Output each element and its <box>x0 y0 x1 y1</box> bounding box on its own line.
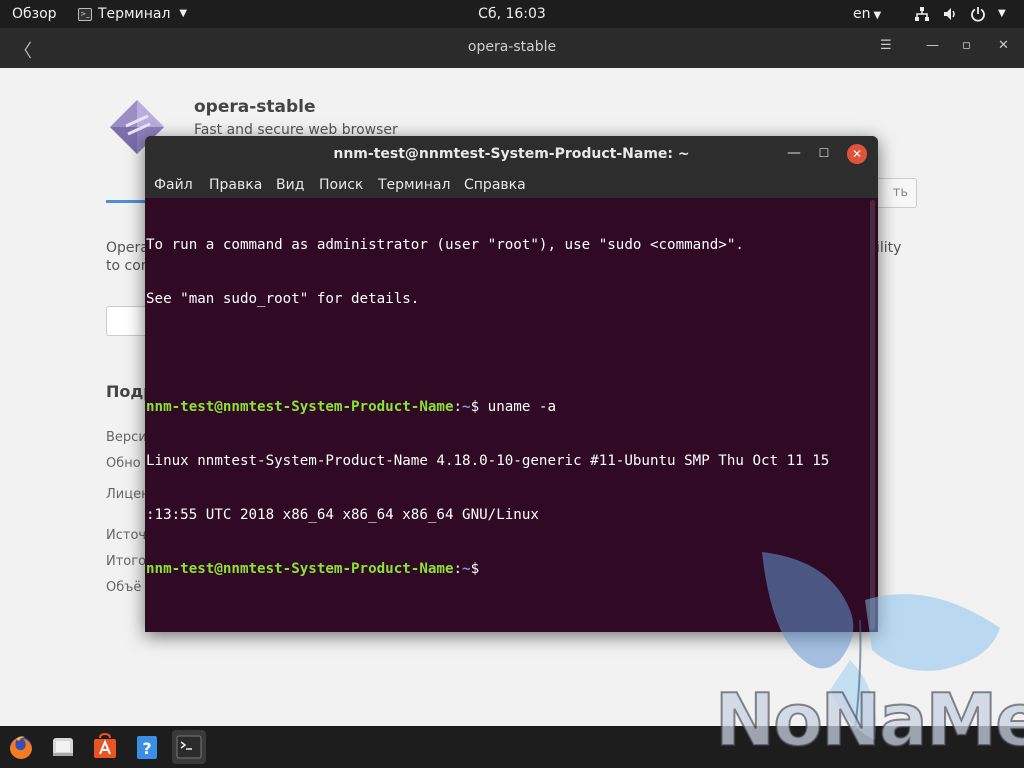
window-title: opera-stable <box>467 39 557 55</box>
detail-label: Объё <box>106 580 142 595</box>
terminal-window[interactable]: nnm-test@nnmtest-System-Product-Name: ~ … <box>145 136 878 632</box>
chevron-down-icon: ▼ <box>179 8 188 19</box>
system-menu[interactable]: ▼ <box>914 5 1006 23</box>
prompt-separator: : <box>453 399 463 415</box>
terminal-prompt-line: nnm-test@nnmtest-System-Product-Name:~$ <box>146 560 868 578</box>
menu-file[interactable]: Файл <box>154 177 193 193</box>
dock: ? <box>0 726 1024 768</box>
detail-label: Источ <box>106 528 147 543</box>
help-icon[interactable]: ? <box>132 732 162 762</box>
detail-label: Верси <box>106 430 147 445</box>
menu-terminal[interactable]: Терминал <box>378 177 450 193</box>
terminal-menubar: Файл Правка Вид Поиск Терминал Справка <box>145 174 878 198</box>
terminal-small-icon: >_ <box>78 7 92 21</box>
menu-search[interactable]: Поиск <box>319 177 363 193</box>
terminal-scrollbar[interactable] <box>870 200 875 630</box>
keyboard-layout-indicator[interactable]: en ▼ <box>853 5 881 25</box>
app-menu-label: Терминал <box>98 6 171 22</box>
detail-label: Обно <box>106 456 141 471</box>
power-icon <box>971 7 985 22</box>
minimize-button[interactable]: — <box>926 38 939 53</box>
chevron-down-icon: ▼ <box>873 10 882 21</box>
top-bar: Обзор >_ Терминал ▼ Сб, 16:03 en ▼ ▼ <box>0 0 1024 28</box>
firefox-icon[interactable] <box>6 732 36 762</box>
menu-help[interactable]: Справка <box>464 177 526 193</box>
activities-button[interactable]: Обзор <box>12 5 57 23</box>
prompt-user: nnm-test@nnmtest-System-Product-Name <box>146 399 454 415</box>
chevron-down-icon: ▼ <box>998 8 1006 19</box>
terminal-title: nnm-test@nnmtest-System-Product-Name: ~ <box>333 146 690 162</box>
maximize-button[interactable]: ☐ <box>815 144 833 162</box>
minimize-button[interactable]: — <box>785 144 803 162</box>
terminal-line: :13:55 UTC 2018 x86_64 x86_64 x86_64 GNU… <box>146 507 539 523</box>
prompt-path: ~ <box>462 399 471 415</box>
prompt-command: $ uname -a <box>470 399 557 415</box>
prompt-path: ~ <box>462 561 471 577</box>
network-icon <box>915 7 929 21</box>
close-button[interactable]: ✕ <box>847 144 867 164</box>
close-button[interactable]: ✕ <box>998 38 1009 53</box>
lang-label: en <box>853 6 871 22</box>
description-text: Opera <box>106 240 149 256</box>
detail-label: Лицен <box>106 487 150 502</box>
hamburger-menu-icon[interactable]: ☰ <box>880 38 892 53</box>
software-icon[interactable] <box>90 732 120 762</box>
terminal-line: Linux nnmtest-System-Product-Name 4.18.0… <box>146 453 830 469</box>
progress-indicator <box>106 200 148 203</box>
clock[interactable]: Сб, 16:03 <box>478 6 546 22</box>
terminal-dock-item[interactable] <box>172 730 206 764</box>
files-icon[interactable] <box>48 732 78 762</box>
app-name: opera-stable <box>194 97 316 117</box>
restore-button[interactable]: ▫ <box>962 38 971 53</box>
terminal-line: See "man sudo_root" for details. <box>146 291 420 307</box>
description-text: ility <box>876 240 902 256</box>
terminal-prompt-line: nnm-test@nnmtest-System-Product-Name:~$ … <box>146 398 868 416</box>
software-headerbar: 〈 opera-stable ☰ — ▫ ✕ <box>0 28 1024 68</box>
menu-view[interactable]: Вид <box>276 177 304 193</box>
menu-edit[interactable]: Правка <box>209 177 262 193</box>
volume-icon <box>944 8 955 20</box>
terminal-line-empty <box>146 344 868 362</box>
prompt-end: $ <box>470 561 480 577</box>
prompt-user: nnm-test@nnmtest-System-Product-Name <box>146 561 454 577</box>
terminal-titlebar[interactable]: nnm-test@nnmtest-System-Product-Name: ~ … <box>145 136 878 174</box>
terminal-icon <box>176 735 202 759</box>
prompt-separator: : <box>453 561 463 577</box>
svg-text:?: ? <box>142 739 151 758</box>
description-text: to cor <box>106 258 147 274</box>
app-menu[interactable]: >_ Терминал ▼ <box>78 5 187 23</box>
detail-label: Итого <box>106 554 147 569</box>
terminal-line: To run a command as administrator (user … <box>146 237 744 253</box>
terminal-output[interactable]: To run a command as administrator (user … <box>146 200 868 630</box>
